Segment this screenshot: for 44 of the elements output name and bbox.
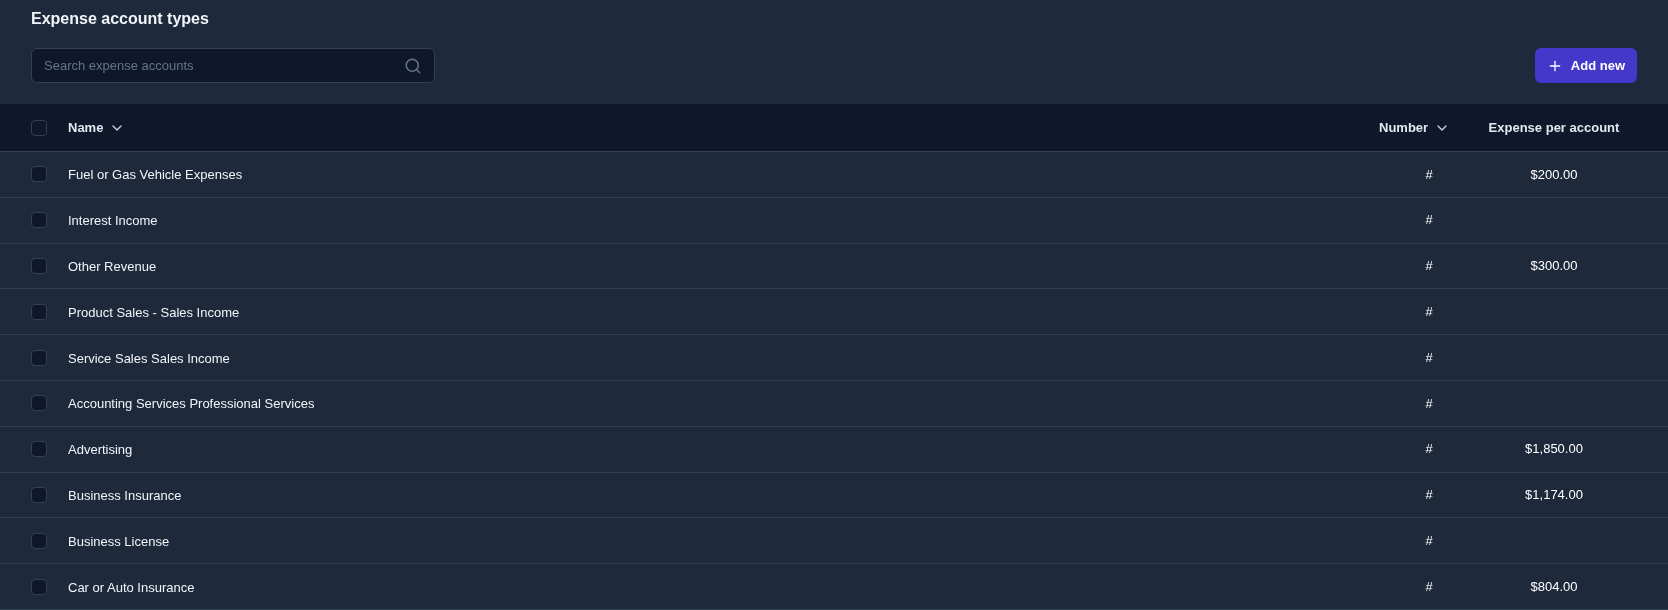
account-number: # xyxy=(1425,211,1433,230)
expense-amount: $1,850.00 xyxy=(1525,440,1583,459)
checkbox[interactable] xyxy=(31,303,47,320)
account-name: Other Revenue xyxy=(68,259,157,274)
search-icon xyxy=(404,56,422,75)
column-header[interactable]: Number xyxy=(1379,117,1429,138)
account-name: Service Sales Sales Income xyxy=(68,350,230,366)
checkbox[interactable] xyxy=(31,212,47,229)
account-number: # xyxy=(1425,532,1433,550)
account-name: Interest Income xyxy=(68,213,158,229)
page-title: Expense account types xyxy=(31,10,210,27)
checkbox[interactable] xyxy=(31,395,47,412)
expense-amount: $1,174.00 xyxy=(1525,486,1583,505)
account-name: Fuel or Gas Vehicle Expenses xyxy=(68,167,243,183)
checkbox[interactable] xyxy=(31,166,47,183)
expense-amount: $300.00 xyxy=(1530,257,1578,276)
add-new-button[interactable]: Add new xyxy=(1534,48,1637,83)
search-input[interactable]: Search expense accounts xyxy=(44,55,404,76)
search-field[interactable]: Search expense accounts xyxy=(31,48,435,83)
account-number: # xyxy=(1425,440,1433,459)
checkbox[interactable] xyxy=(31,119,47,136)
checkbox[interactable] xyxy=(31,486,47,503)
account-name: Product Sales - Sales Income xyxy=(68,304,240,320)
column-header[interactable]: Expense per account xyxy=(1488,117,1620,138)
column-header[interactable]: Name xyxy=(68,117,104,138)
account-name: Accounting Services Professional Services xyxy=(68,396,315,412)
account-number: # xyxy=(1425,165,1433,184)
checkbox[interactable] xyxy=(31,441,47,458)
account-name: Business License xyxy=(68,533,170,549)
checkbox[interactable] xyxy=(31,349,47,366)
expense-amount: $200.00 xyxy=(1530,165,1578,184)
checkbox[interactable] xyxy=(31,578,47,595)
account-name: Advertising xyxy=(68,442,133,458)
account-number: # xyxy=(1425,257,1433,276)
account-number: # xyxy=(1425,486,1433,505)
account-number: # xyxy=(1425,303,1433,322)
account-name: Business Insurance xyxy=(68,487,182,503)
checkbox[interactable] xyxy=(31,258,47,274)
account-name: Car or Auto Insurance xyxy=(68,579,195,595)
account-number: # xyxy=(1425,394,1433,413)
checkbox[interactable] xyxy=(31,532,47,549)
account-number: # xyxy=(1425,577,1433,596)
expense-amount: $804.00 xyxy=(1530,577,1578,596)
account-number: # xyxy=(1425,348,1433,367)
